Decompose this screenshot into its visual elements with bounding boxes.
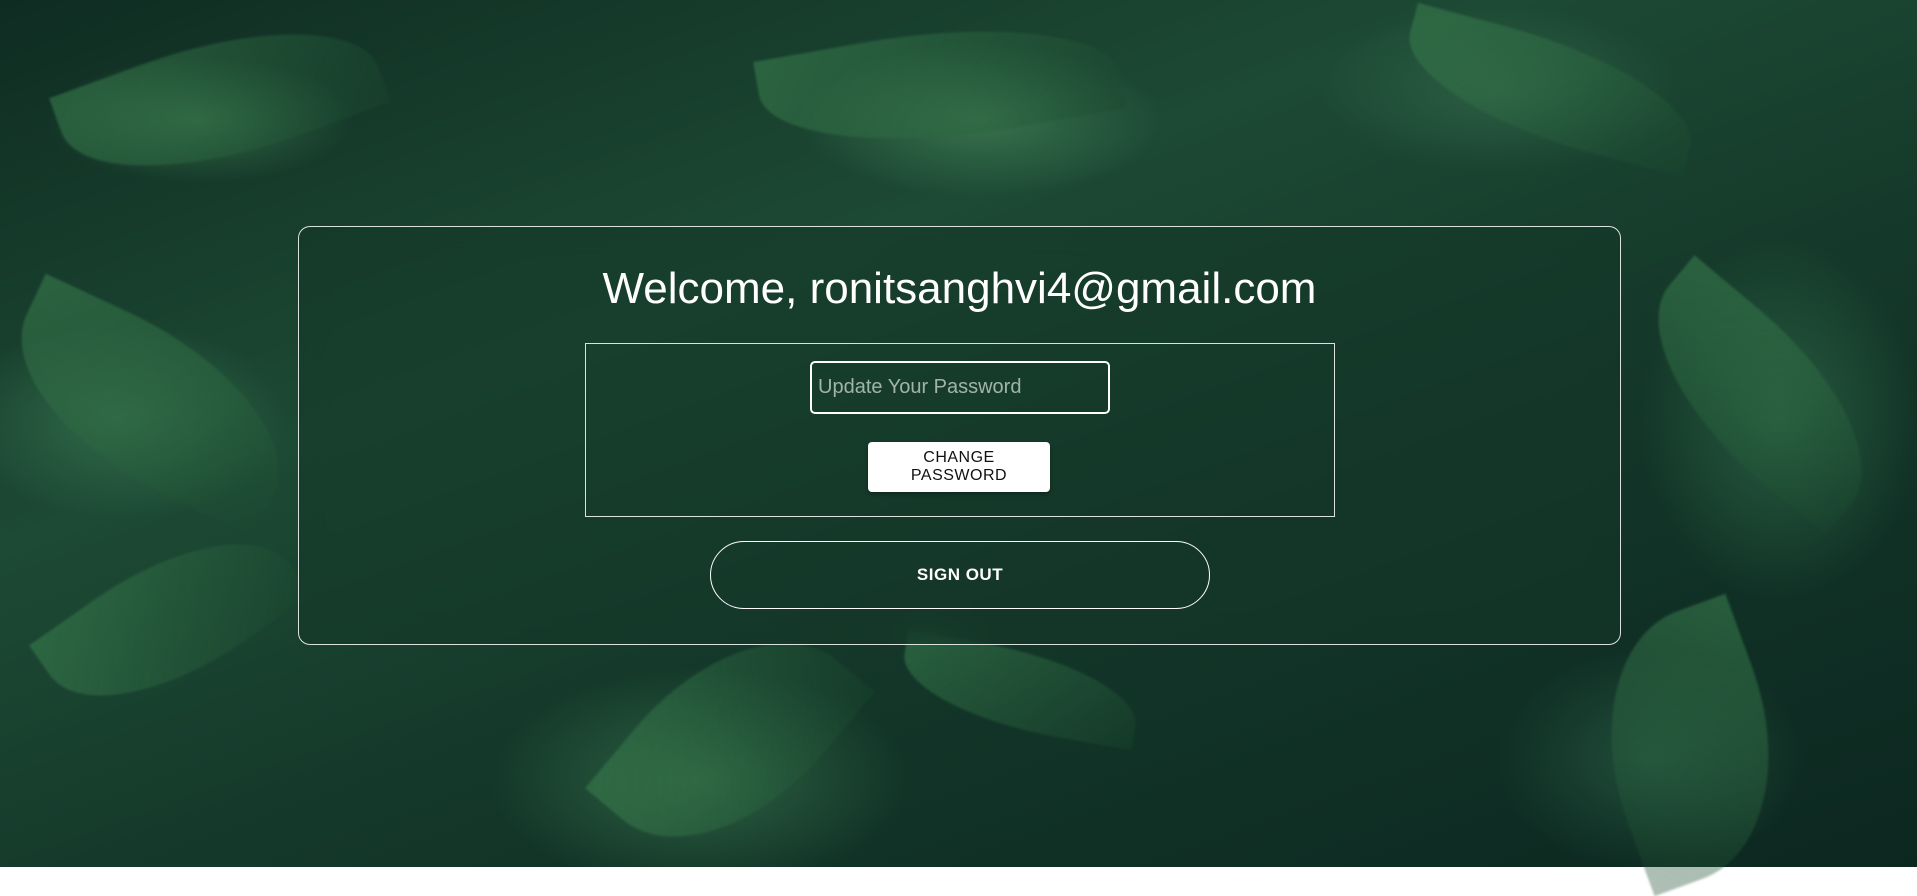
change-password-button[interactable]: CHANGE PASSWORD	[868, 442, 1050, 492]
background-leaf	[0, 273, 318, 537]
background-leaf	[29, 496, 311, 744]
background-leaf	[753, 0, 1127, 171]
welcome-heading: Welcome, ronitsanghvi4@gmail.com	[602, 264, 1317, 313]
background-leaf	[49, 0, 391, 212]
background-leaf	[894, 629, 1146, 751]
sign-out-button[interactable]: SIGN OUT	[710, 541, 1210, 609]
background-leaf	[1610, 255, 1910, 535]
account-card: Welcome, ronitsanghvi4@gmail.com CHANGE …	[298, 226, 1621, 645]
password-input[interactable]	[810, 361, 1110, 414]
background-leaf	[1392, 2, 1708, 178]
password-update-panel: CHANGE PASSWORD	[585, 343, 1335, 517]
